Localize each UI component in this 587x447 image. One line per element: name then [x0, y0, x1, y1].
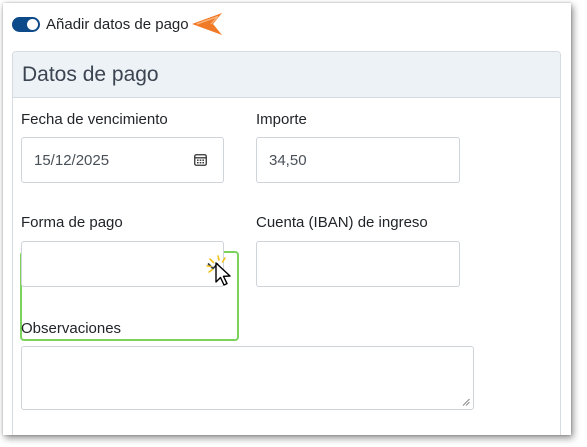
dialog-window: Añadir datos de pago Datos de pago Fecha…: [3, 3, 571, 435]
payment-toggle-switch[interactable]: [12, 16, 40, 32]
pointer-arrow-icon: [191, 13, 222, 35]
payment-method-label: Forma de pago: [21, 214, 123, 231]
card-title: Datos de pago: [22, 62, 159, 86]
notes-textarea[interactable]: [21, 346, 474, 410]
notes-label: Observaciones: [21, 320, 122, 337]
payment-toggle-label[interactable]: Añadir datos de pago: [46, 16, 189, 33]
due-date-input[interactable]: 15/12/2025: [21, 137, 224, 183]
payment-toggle-row: Añadir datos de pago: [12, 12, 225, 36]
resize-handle-icon[interactable]: [462, 398, 470, 406]
amount-input[interactable]: 34,50: [256, 137, 460, 183]
toggle-knob: [27, 18, 38, 30]
due-date-value: 15/12/2025: [34, 151, 110, 169]
amount-value: 34,50: [269, 151, 307, 169]
payment-data-card: Datos de pago Fecha de vencimiento 15/12…: [12, 51, 561, 435]
amount-label: Importe: [256, 111, 307, 128]
payment-method-select[interactable]: [21, 241, 224, 287]
iban-input[interactable]: [256, 241, 460, 287]
due-date-label: Fecha de vencimiento: [21, 111, 168, 128]
iban-label: Cuenta (IBAN) de ingreso: [256, 214, 428, 231]
cursor-icon: [206, 255, 231, 286]
calendar-icon[interactable]: [194, 153, 207, 166]
card-header: Datos de pago: [13, 52, 560, 98]
